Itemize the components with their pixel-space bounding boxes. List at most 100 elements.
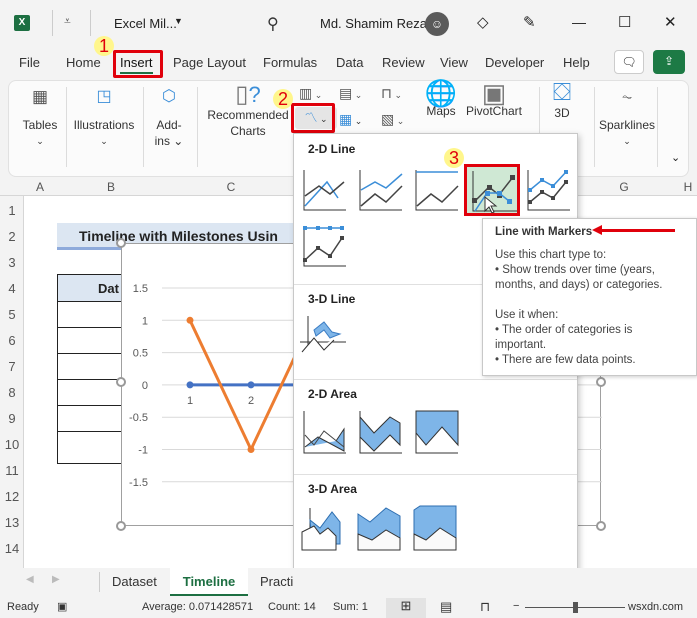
chart-type-3d-stacked-area[interactable] (356, 504, 404, 554)
row-header[interactable]: 9 (0, 411, 24, 426)
row-header[interactable]: 10 (0, 437, 24, 452)
chart-type-3d-area[interactable] (300, 504, 348, 554)
chart-type-stacked-line-markers[interactable] (524, 168, 572, 214)
column-header[interactable]: C (166, 180, 296, 194)
sheet-tab-dataset[interactable]: Dataset (112, 574, 157, 589)
illustrations-button[interactable]: ◳ Illustrations ⌄ (71, 89, 137, 149)
tab-view[interactable]: View (440, 55, 468, 70)
resize-handle[interactable] (596, 377, 606, 387)
tab-formulas[interactable]: Formulas (263, 55, 317, 70)
maps-button[interactable]: 🌐 Maps (421, 78, 461, 119)
quick-access-dropdown[interactable]: ⩡ (64, 14, 71, 29)
row-header[interactable]: 1 (0, 203, 24, 218)
section-3d-area: 3-D Area (308, 482, 357, 496)
prev-sheet-icon[interactable]: ◀ (26, 574, 34, 585)
zoom-slider-thumb[interactable] (573, 602, 578, 613)
share-button[interactable]: ⇪ (653, 50, 685, 74)
sparklines-button[interactable]: ⏦ Sparklines ⌄ (597, 89, 657, 149)
row-header[interactable]: 4 (0, 281, 24, 296)
normal-view-button[interactable]: ⊞ (386, 598, 426, 618)
column-header[interactable]: G (592, 180, 656, 194)
combo-chart-button[interactable]: ▧ ⌄ (381, 111, 404, 128)
status-average[interactable]: Average: 0.071428571 (142, 601, 253, 613)
column-header[interactable]: A (24, 180, 56, 194)
avatar[interactable]: ☺ (425, 12, 449, 36)
row-header[interactable]: 14 (0, 541, 24, 556)
chevron-down-icon[interactable]: ▼ (174, 16, 183, 26)
resize-handle[interactable] (116, 238, 126, 248)
y-tick-label: 1 (142, 315, 148, 327)
page-break-view-button[interactable]: ⊓ (480, 599, 490, 615)
data-table: Dat (57, 274, 127, 464)
addins-button[interactable]: ⬡ Add- ins ⌄ (149, 89, 189, 149)
waterfall-chart-button[interactable]: ⊓ ⌄ (381, 85, 402, 102)
chart-type-stacked-area[interactable] (356, 409, 404, 455)
search-icon[interactable]: ⚲ (267, 14, 279, 34)
page-layout-view-button[interactable]: ▤ (440, 599, 452, 615)
chart-type-3d-line[interactable] (300, 312, 348, 360)
sheet-tab-timeline[interactable]: Timeline (170, 568, 248, 596)
sheet-tab-practice[interactable]: Practi (260, 574, 293, 589)
row-header[interactable]: 6 (0, 333, 24, 348)
resize-handle[interactable] (116, 377, 126, 387)
tables-button[interactable]: ▦ Tables ⌄ (19, 87, 61, 149)
tab-help[interactable]: Help (563, 55, 590, 70)
sheet-tab-bar: ◀ ▶ Dataset Timeline Practi (0, 568, 697, 598)
tab-file[interactable]: File (19, 55, 40, 70)
resize-handle[interactable] (116, 521, 126, 531)
table-icon: ▦ (31, 87, 49, 106)
y-tick-label: 0.5 (133, 348, 148, 360)
chart-type-3d-100-stacked-area[interactable] (412, 504, 460, 554)
tab-home[interactable]: Home (66, 55, 101, 70)
tooltip-title: Line with Markers (495, 226, 593, 238)
row-header[interactable]: 8 (0, 385, 24, 400)
chart-type-100-stacked-line-markers[interactable] (300, 224, 348, 270)
pivotchart-icon: ▣ (481, 78, 507, 108)
row-header[interactable]: 7 (0, 359, 24, 374)
tab-developer[interactable]: Developer (485, 55, 544, 70)
x-tick-label: 2 (248, 395, 254, 407)
next-sheet-icon[interactable]: ▶ (52, 574, 60, 585)
zoom-out-button[interactable]: − (513, 600, 519, 612)
3d-map-button[interactable]: ⛋ 3D (543, 81, 581, 121)
shapes-icon: ◳ (96, 88, 112, 105)
globe-icon: 🌐 (424, 78, 458, 108)
minimize-button[interactable]: — (572, 14, 586, 30)
macro-record-icon[interactable]: ▣ (57, 600, 67, 613)
tab-page-layout[interactable]: Page Layout (173, 55, 246, 70)
column-header[interactable]: H (656, 180, 697, 194)
row-header[interactable]: 2 (0, 229, 24, 244)
tab-review[interactable]: Review (382, 55, 425, 70)
pivotchart-button[interactable]: ▣ PivotChart (464, 78, 524, 119)
file-name[interactable]: Excel Mil... (114, 16, 177, 31)
row-header[interactable]: 11 (0, 463, 24, 478)
data-point (247, 446, 255, 453)
maximize-button[interactable]: ☐ (618, 13, 631, 31)
status-count[interactable]: Count: 14 (268, 601, 316, 613)
table-header-cell[interactable]: Dat (58, 275, 127, 302)
status-sum[interactable]: Sum: 1 (333, 601, 368, 613)
close-button[interactable]: ✕ (664, 13, 677, 31)
chart-type-line[interactable] (300, 168, 348, 214)
y-tick-label: -1.5 (129, 477, 148, 489)
chart-type-100-stacked-line[interactable] (412, 168, 460, 214)
resize-handle[interactable] (596, 521, 606, 531)
chart-type-area[interactable] (300, 409, 348, 455)
chart-type-100-stacked-area[interactable] (412, 409, 460, 455)
column-chart-button[interactable]: ▥ ⌄ (299, 85, 322, 102)
statistic-chart-button[interactable]: ▦ ⌄ (339, 111, 362, 128)
data-point (186, 316, 194, 324)
row-header[interactable]: 13 (0, 515, 24, 530)
collapse-ribbon-button[interactable]: ⌄ (671, 151, 680, 164)
chart-type-line-with-markers[interactable] (464, 164, 520, 216)
chart-type-stacked-line[interactable] (356, 168, 404, 214)
row-header[interactable]: 3 (0, 255, 24, 270)
hierarchy-chart-button[interactable]: ▤ ⌄ (339, 85, 362, 102)
pen-icon[interactable]: ✎ (523, 13, 536, 31)
tab-data[interactable]: Data (336, 55, 363, 70)
column-header[interactable]: B (56, 180, 166, 194)
row-header[interactable]: 12 (0, 489, 24, 504)
comments-button[interactable]: 🗨 (614, 50, 644, 74)
row-header[interactable]: 5 (0, 307, 24, 322)
diamond-icon[interactable]: ◇ (477, 13, 489, 31)
